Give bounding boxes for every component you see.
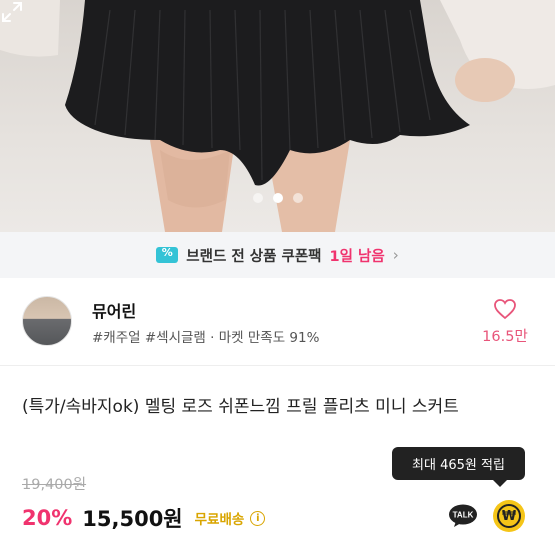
carousel-dot[interactable] (292, 193, 303, 203)
carousel-dot-active[interactable] (272, 193, 283, 203)
kakao-talk-icon[interactable]: TALK (448, 504, 478, 528)
point-reward-icon[interactable]: ₩ (493, 500, 525, 532)
original-price: 19,400원 (22, 477, 87, 493)
seller-section: 뮤어린 #캐주얼 #섹시글램 · 마켓 만족도 91% 16.5만 (0, 278, 555, 366)
discount-rate: 20% (22, 506, 73, 530)
seller-name[interactable]: 뮤어린 (92, 298, 136, 322)
product-image[interactable] (0, 0, 555, 232)
banner-text: 브랜드 전 상품 쿠폰팩 (186, 248, 322, 265)
won-symbol: ₩ (497, 504, 521, 528)
coupon-pack-banner[interactable]: 브랜드 전 상품 쿠폰팩 1일 남음 › (0, 232, 555, 278)
reward-tooltip: 최대 465원 적립 (392, 447, 525, 487)
carousel-indicator (0, 193, 555, 203)
info-icon[interactable]: i (250, 510, 266, 526)
talk-label: TALK (453, 511, 474, 520)
seller-avatar[interactable] (22, 296, 72, 346)
carousel-dot[interactable] (252, 193, 263, 203)
like-button[interactable]: 16.5만 (475, 298, 535, 346)
heart-icon (494, 299, 516, 320)
chevron-right-icon: › (392, 246, 399, 264)
sale-price: 15,500원 (82, 507, 183, 531)
like-count: 16.5만 (482, 329, 528, 345)
coupon-icon (156, 246, 179, 263)
expand-icon[interactable] (0, 0, 24, 24)
product-title: (특가/속바지ok) 멜팅 로즈 쉬폰느낌 프릴 플리츠 미니 스커트 (22, 397, 459, 417)
price-row: 20% 15,500원 무료배송 i (22, 503, 266, 533)
seller-tags: #캐주얼 #섹시글램 · 마켓 만족도 91% (92, 330, 320, 346)
banner-remaining: 1일 남음 (329, 248, 385, 265)
free-shipping-label: 무료배송 (194, 512, 245, 528)
